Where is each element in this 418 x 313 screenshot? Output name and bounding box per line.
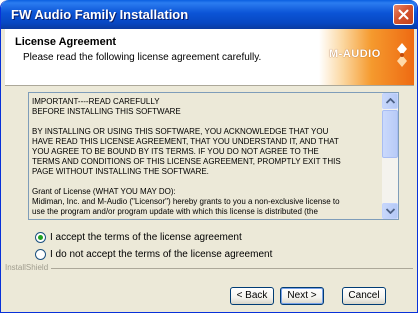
- m-audio-logo: M-AUDIO: [319, 29, 414, 85]
- scroll-thumb[interactable]: [382, 110, 398, 158]
- decline-radio[interactable]: [35, 249, 46, 260]
- license-paragraph: IMPORTANT----READ CAREFULLY BEFORE INSTA…: [32, 97, 181, 116]
- decline-option[interactable]: I do not accept the terms of the license…: [35, 249, 272, 260]
- close-icon: [398, 9, 409, 20]
- header-title: License Agreement: [15, 36, 117, 48]
- footer-divider: [5, 268, 413, 269]
- next-button[interactable]: Next >: [280, 287, 324, 305]
- installshield-label: InstallShield: [5, 263, 52, 272]
- logo-mark-icon: [397, 43, 407, 67]
- accept-option[interactable]: I accept the terms of the license agreem…: [35, 232, 242, 243]
- arrow-up-icon: [386, 98, 395, 104]
- license-text-box[interactable]: IMPORTANT----READ CAREFULLY BEFORE INSTA…: [28, 92, 399, 220]
- logo-text: M-AUDIO: [329, 48, 381, 60]
- scroll-up-button[interactable]: [382, 93, 398, 109]
- back-button[interactable]: < Back: [230, 287, 274, 305]
- accept-radio[interactable]: [35, 232, 46, 243]
- window-title: FW Audio Family Installation: [11, 7, 189, 22]
- close-button[interactable]: [393, 4, 414, 25]
- cancel-button[interactable]: Cancel: [342, 287, 386, 305]
- scroll-down-button[interactable]: [382, 203, 398, 219]
- installer-window: FW Audio Family Installation License Agr…: [0, 0, 418, 313]
- header-subtitle: Please read the following license agreem…: [23, 52, 262, 63]
- accept-label[interactable]: I accept the terms of the license agreem…: [50, 232, 242, 243]
- arrow-down-icon: [386, 208, 395, 214]
- license-paragraph: BY INSTALLING OR USING THIS SOFTWARE, YO…: [32, 127, 341, 176]
- decline-label[interactable]: I do not accept the terms of the license…: [50, 249, 272, 260]
- license-paragraph: Grant of License (WHAT YOU MAY DO): Midi…: [32, 187, 340, 216]
- license-scrollbar[interactable]: [382, 93, 398, 219]
- license-text: IMPORTANT----READ CAREFULLY BEFORE INSTA…: [32, 97, 378, 227]
- dialog-header: License Agreement Please read the follow…: [5, 29, 414, 86]
- title-bar[interactable]: FW Audio Family Installation: [1, 0, 417, 29]
